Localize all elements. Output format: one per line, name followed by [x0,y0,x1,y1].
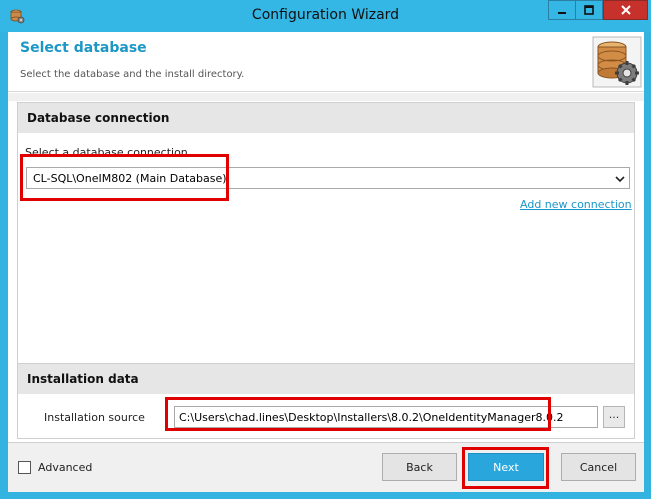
highlight-connection [20,154,229,201]
maximize-icon [584,5,594,15]
advanced-checkbox[interactable] [18,461,31,474]
installation-data-header: Installation data [18,364,634,394]
browse-button[interactable]: ... [603,406,625,428]
installation-data-heading: Installation data [27,372,139,386]
minimize-button[interactable] [548,0,575,20]
highlight-next-button [462,447,549,489]
cancel-button[interactable]: Cancel [561,453,636,481]
database-connection-panel: Database connection Select a database co… [17,102,635,372]
highlight-installation-source [165,397,551,431]
page-title: Select database [20,40,147,56]
database-connection-header: Database connection [18,103,634,133]
minimize-icon [558,12,566,14]
database-connection-heading: Database connection [27,111,170,125]
title-bar[interactable]: Configuration Wizard [0,0,651,32]
advanced-label[interactable]: Advanced [38,461,92,474]
wizard-window: Configuration Wizard Select database Sel… [0,0,651,499]
separator [8,93,644,101]
close-button[interactable] [603,0,648,20]
add-new-connection-link[interactable]: Add new connection [520,198,632,211]
installation-source-label: Installation source [44,411,145,424]
maximize-button[interactable] [575,0,603,20]
database-settings-icon [592,36,642,88]
page-subtitle: Select the database and the install dire… [20,69,245,80]
wizard-header: Select database Select the database and … [8,32,644,92]
close-icon [620,5,631,15]
back-button[interactable]: Back [382,453,457,481]
chevron-down-icon[interactable] [615,174,625,184]
